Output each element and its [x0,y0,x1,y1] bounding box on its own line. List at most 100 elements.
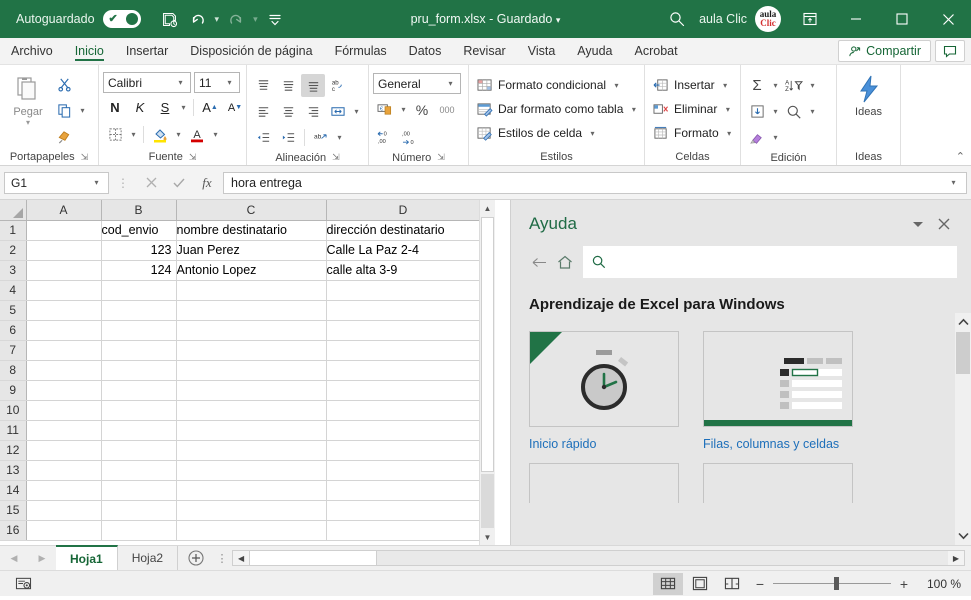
font-color-icon[interactable]: A [185,123,209,146]
comma-style-icon[interactable]: 000 [435,98,459,121]
cell-c2[interactable]: Juan Perez [176,240,327,261]
fill-color-dropdown-icon[interactable]: ▾ [173,130,184,139]
cell-d2[interactable]: Calle La Paz 2-4 [326,240,481,261]
cell-d4[interactable] [326,280,481,301]
borders-dropdown-icon[interactable]: ▾ [128,130,139,139]
row-header-5[interactable]: 5 [0,300,27,321]
search-icon[interactable] [655,4,699,34]
cell-c15[interactable] [176,500,327,521]
font-family-select[interactable]: Calibri ▾ [103,72,191,93]
clear-dropdown-icon[interactable]: ▾ [770,133,781,142]
currency-dropdown-icon[interactable]: ▾ [398,105,409,114]
cell-d13[interactable] [326,460,481,481]
align-left-icon[interactable] [251,100,275,123]
tab-acrobat[interactable]: Acrobat [624,38,689,64]
cell-d9[interactable] [326,380,481,401]
cell-c8[interactable] [176,360,327,381]
increase-decimal-icon[interactable]: 0,00 [373,126,397,149]
row-header-16[interactable]: 16 [0,520,27,541]
row-header-2[interactable]: 2 [0,240,27,261]
cell-c5[interactable] [176,300,327,321]
clear-icon[interactable] [745,126,769,149]
help-card-label[interactable]: Inicio rápido [529,437,679,451]
chevron-down-icon[interactable]: ▾ [224,78,235,87]
cut-icon[interactable] [52,73,76,96]
cell-c9[interactable] [176,380,327,401]
format-as-table-button[interactable]: Dar formato como tabla ▾ [473,97,643,121]
italic-button[interactable]: K [128,96,152,119]
cancel-icon[interactable] [137,172,165,194]
cell-b14[interactable] [101,480,177,501]
autosum-icon[interactable]: Σ [745,74,769,97]
number-dialog-launcher[interactable]: ⇲ [437,152,445,163]
cell-a2[interactable] [26,240,102,261]
tab-inicio[interactable]: Inicio [64,38,115,64]
column-header-b[interactable]: B [101,200,177,221]
align-middle-icon[interactable] [276,74,300,97]
align-bottom-icon[interactable] [301,74,325,97]
help-scroll-thumb[interactable] [956,332,970,374]
cell-a7[interactable] [26,340,102,361]
underline-dropdown-icon[interactable]: ▾ [178,103,189,112]
cell-c3[interactable]: Antonio Lopez [176,260,327,281]
row-header-14[interactable]: 14 [0,480,27,501]
zoom-level[interactable]: 100 % [917,577,961,591]
cell-d3[interactable]: calle alta 3-9 [326,260,481,281]
saved-status-dropdown-icon[interactable]: ▾ [556,15,561,25]
cell-b8[interactable] [101,360,177,381]
cell-a12[interactable] [26,440,102,461]
user-name[interactable]: aula Clic [699,12,747,26]
cell-a15[interactable] [26,500,102,521]
prev-sheet-icon[interactable]: ◀ [0,546,28,570]
check-icon[interactable] [165,172,193,194]
chevron-down-icon[interactable]: ▾ [720,81,731,90]
cell-a9[interactable] [26,380,102,401]
merge-cells-icon[interactable] [326,100,350,123]
expand-formula-bar-icon[interactable]: ▾ [948,178,959,187]
chevron-down-icon[interactable] [905,212,931,236]
paste-dropdown-icon[interactable]: ▾ [26,118,30,127]
cell-d8[interactable] [326,360,481,381]
font-dialog-launcher[interactable]: ⇲ [189,152,197,163]
autosave-control[interactable]: Autoguardado ✔ [16,10,141,28]
help-card-label[interactable]: Filas, columnas y celdas [703,437,853,451]
back-arrow-icon[interactable] [529,251,549,273]
cell-b12[interactable] [101,440,177,461]
column-header-a[interactable]: A [26,200,102,221]
hscroll-right-icon[interactable]: ▶ [948,551,964,565]
cell-c12[interactable] [176,440,327,461]
clipboard-dialog-launcher[interactable]: ⇲ [81,152,89,163]
cell-a14[interactable] [26,480,102,501]
scroll-up-icon[interactable]: ▲ [480,200,495,216]
currency-format-icon[interactable]: € [373,98,397,121]
avatar[interactable]: aula Clic [755,6,781,32]
cell-b4[interactable] [101,280,177,301]
save-icon[interactable] [157,6,183,32]
help-scroll-up-icon[interactable] [955,313,971,331]
tab-revisar[interactable]: Revisar [452,38,516,64]
tab-ayuda[interactable]: Ayuda [566,38,623,64]
merge-dropdown-icon[interactable]: ▾ [351,107,362,116]
cell-a6[interactable] [26,320,102,341]
help-pane-scrollbar[interactable] [955,313,971,545]
comments-button[interactable] [935,40,965,62]
cell-b6[interactable] [101,320,177,341]
zoom-slider-handle[interactable] [834,577,840,590]
column-header-c[interactable]: C [176,200,327,221]
maximize-icon[interactable] [879,0,925,38]
redo-dropdown-icon[interactable]: ▾ [251,14,260,25]
help-search-input[interactable] [613,254,948,270]
grow-font-icon[interactable]: A ▲ [198,96,222,119]
next-sheet-icon[interactable]: ▶ [28,546,56,570]
column-header-d[interactable]: D [326,200,481,221]
formula-input[interactable]: hora entrega ▾ [223,171,967,194]
minimize-icon[interactable] [833,0,879,38]
cell-d7[interactable] [326,340,481,361]
cell-d12[interactable] [326,440,481,461]
horizontal-scrollbar[interactable]: ◀ ▶ [232,550,965,566]
increase-indent-icon[interactable] [276,126,300,149]
collapse-ribbon-icon[interactable]: ⌃ [956,150,965,163]
cell-c13[interactable] [176,460,327,481]
cell-b15[interactable] [101,500,177,521]
help-search-box[interactable] [583,246,957,278]
